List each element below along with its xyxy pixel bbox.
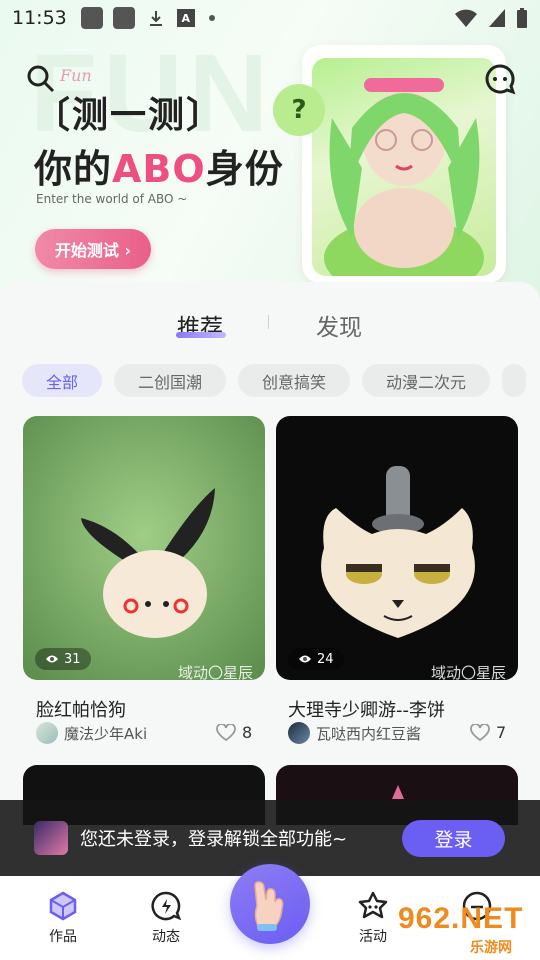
notification-icon <box>80 7 103 29</box>
work-card[interactable]: 24 域动〇星辰 <box>276 416 518 680</box>
lightning-bubble-icon <box>151 891 182 921</box>
hand-icon <box>254 881 284 931</box>
work-title[interactable]: 大理寺少卿游--李饼 <box>288 696 445 722</box>
banner-title-pre: 你的 <box>34 147 113 191</box>
hero-banner[interactable]: FUN Fun 〔测一测〕 你的ABO身份 Enter the world of… <box>0 0 540 300</box>
category-chips: 全部 二创国潮 创意搞笑 动漫二次元 <box>22 364 527 398</box>
status-bar: 11:53 A <box>0 0 540 36</box>
create-fab-button[interactable] <box>230 864 310 944</box>
nav-item-works[interactable]: 作品 <box>33 890 93 946</box>
tab-divider <box>268 315 269 329</box>
avatar <box>288 722 310 744</box>
like-counter[interactable]: 7 <box>470 723 506 742</box>
work-author[interactable]: 魔法少年Aki <box>36 722 147 744</box>
signal-icon <box>489 9 505 27</box>
banner-title-line2: 你的ABO身份 <box>34 138 284 193</box>
nav-label: 作品 <box>49 929 77 945</box>
author-name: 魔法少年Aki <box>64 724 148 743</box>
work-card[interactable]: 31 域动〇星辰 <box>23 416 265 680</box>
chip-more[interactable] <box>502 364 527 397</box>
search-icon[interactable] <box>26 64 56 94</box>
eye-icon <box>46 655 58 663</box>
like-counter[interactable]: 8 <box>216 723 252 742</box>
banner-subtitle: Enter the world of ABO ~ <box>36 192 188 206</box>
banner-cursive-text: Fun <box>60 66 92 85</box>
nav-label: 动态 <box>152 929 180 945</box>
view-count-value: 24 <box>317 651 334 667</box>
app-logo-icon <box>34 821 68 855</box>
chip-funny[interactable]: 创意搞笑 <box>238 364 351 397</box>
view-count: 24 <box>288 648 344 670</box>
image-watermark: 域动〇星辰 <box>430 664 506 680</box>
wifi-icon <box>455 9 477 27</box>
start-test-button[interactable]: 开始测试 › <box>35 229 151 269</box>
chip-anime[interactable]: 动漫二次元 <box>362 364 491 397</box>
like-count: 7 <box>496 723 507 742</box>
chip-guochao[interactable]: 二创国潮 <box>114 364 227 397</box>
star-face-icon <box>358 891 388 919</box>
cube-icon <box>49 891 77 921</box>
login-prompt-text: 您还未登录，登录解锁全部功能~ <box>80 829 348 850</box>
login-button[interactable]: 登录 <box>402 820 505 857</box>
avatar <box>36 722 58 744</box>
view-count-value: 31 <box>64 651 81 667</box>
like-count: 8 <box>242 723 253 742</box>
status-time: 11:53 <box>12 7 67 29</box>
nav-item-events[interactable]: 活动 <box>343 890 403 946</box>
work-title[interactable]: 脸红帕恰狗 <box>36 696 126 722</box>
message-icon[interactable] <box>484 63 516 95</box>
work-author[interactable]: 瓦哒西内红豆酱 <box>288 722 421 744</box>
tab-discover[interactable]: 发现 <box>316 308 362 342</box>
eye-icon <box>299 655 311 663</box>
question-bubble-icon: ? <box>273 84 325 136</box>
site-watermark: 962.NET <box>398 902 524 935</box>
nav-item-feed[interactable]: 动态 <box>136 890 196 946</box>
site-watermark-sub: 乐游网 <box>470 940 512 956</box>
chip-all[interactable]: 全部 <box>22 364 103 397</box>
work-thumbnail <box>23 416 265 680</box>
dot-icon <box>208 15 215 21</box>
nav-label: 活动 <box>359 929 387 945</box>
banner-character-image <box>312 58 496 276</box>
banner-title-line1: 〔测一测〕 <box>34 95 225 136</box>
font-a-icon: A <box>176 9 195 27</box>
image-watermark: 域动〇星辰 <box>177 664 253 680</box>
work-thumbnail <box>276 416 518 680</box>
heart-icon <box>216 723 236 741</box>
banner-title-abo: ABO <box>112 147 206 191</box>
battery-icon <box>517 8 527 28</box>
notification-icon <box>112 7 135 29</box>
heart-icon <box>470 723 490 741</box>
tab-active-indicator <box>176 332 226 338</box>
author-name: 瓦哒西内红豆酱 <box>316 724 422 743</box>
download-icon <box>145 7 167 29</box>
feed-tabs: 推荐 发现 <box>0 300 540 344</box>
view-count: 31 <box>35 648 91 670</box>
banner-title-post: 身份 <box>205 147 284 191</box>
